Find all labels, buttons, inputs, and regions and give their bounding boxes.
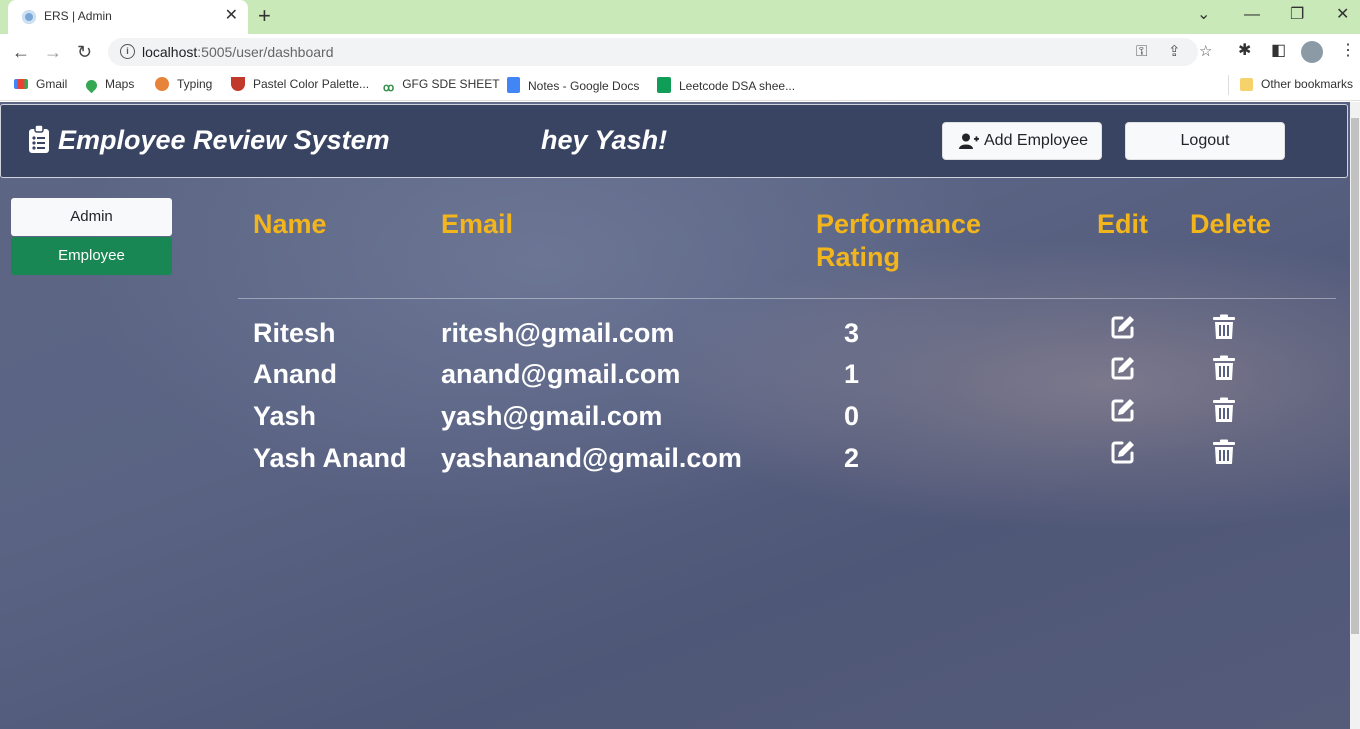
- clipboard-list-icon: [29, 125, 49, 153]
- employee-email: anand@gmail.com: [441, 359, 681, 389]
- trash-icon[interactable]: [1211, 355, 1237, 381]
- back-icon[interactable]: ←: [12, 42, 30, 62]
- tab-search-icon[interactable]: ⌄: [1197, 5, 1210, 25]
- employee-name: Yash Anand: [253, 443, 407, 473]
- scrollbar-thumb[interactable]: [1351, 118, 1359, 634]
- globe-icon: [22, 10, 36, 24]
- employee-rating: 0: [844, 401, 860, 431]
- rating-header-line1: Performance: [816, 209, 982, 239]
- restore-icon[interactable]: ❐: [1290, 5, 1304, 25]
- bookmark-gmail[interactable]: Gmail: [14, 77, 67, 91]
- employee-name: Ritesh: [253, 318, 336, 348]
- gfg-icon: ꝏ: [383, 82, 395, 94]
- close-icon[interactable]: ✕: [225, 6, 238, 26]
- bookmark-separator: [1228, 75, 1229, 95]
- bookmark-maps[interactable]: Maps: [83, 77, 134, 94]
- trash-icon[interactable]: [1211, 314, 1237, 340]
- extensions-icon[interactable]: ✱: [1238, 41, 1251, 61]
- reload-icon[interactable]: ↻: [77, 42, 92, 62]
- employee-name: Yash: [253, 401, 317, 431]
- site-info-icon[interactable]: i: [120, 44, 135, 59]
- brand-title: Employee Review System: [58, 125, 390, 155]
- edit-icon[interactable]: [1110, 397, 1136, 423]
- sidebar-item-admin[interactable]: Admin: [11, 198, 172, 236]
- tab-title: ERS | Admin: [44, 9, 112, 23]
- bookmark-docs[interactable]: Notes - Google Docs: [507, 77, 639, 93]
- docs-icon: [507, 77, 520, 93]
- employee-rating: 2: [844, 443, 860, 473]
- window-close-icon[interactable]: ✕: [1336, 5, 1349, 25]
- column-header-rating: Performance Rating: [816, 208, 981, 274]
- bookmark-typing[interactable]: Typing: [155, 77, 212, 91]
- dashboard-page: Employee Review System hey Yash! Add Emp…: [0, 102, 1350, 729]
- browser-tabstrip: ERS | Admin ✕ + ⌄ — ❐ ✕: [0, 0, 1360, 34]
- typing-icon: [155, 77, 169, 91]
- palette-icon: [231, 77, 245, 91]
- user-plus-icon: [959, 133, 979, 149]
- add-employee-label: Add Employee: [984, 132, 1089, 149]
- greeting-text: hey Yash!: [541, 125, 668, 155]
- rating-header-line2: Rating: [816, 242, 900, 272]
- menu-icon[interactable]: ⋮: [1340, 41, 1356, 61]
- maps-icon: [83, 77, 100, 94]
- column-header-delete: Delete: [1190, 209, 1272, 239]
- bookmark-sheets[interactable]: Leetcode DSA shee...: [657, 77, 795, 93]
- browser-tab[interactable]: ERS | Admin ✕: [8, 0, 248, 34]
- top-navbar: Employee Review System hey Yash! Add Emp…: [0, 104, 1348, 178]
- minimize-icon[interactable]: —: [1244, 5, 1260, 25]
- avatar[interactable]: [1301, 41, 1323, 63]
- table-divider: [238, 298, 1336, 299]
- bookmark-gfg[interactable]: ꝏ GFG SDE SHEET: [383, 77, 500, 95]
- sidebar-item-employee[interactable]: Employee: [11, 237, 172, 275]
- edit-icon[interactable]: [1110, 439, 1136, 465]
- side-panel-icon[interactable]: ◧: [1271, 41, 1286, 61]
- edit-icon[interactable]: [1110, 314, 1136, 340]
- column-header-name: Name: [253, 209, 327, 239]
- employee-email: yash@gmail.com: [441, 401, 663, 431]
- column-header-email: Email: [441, 209, 514, 239]
- new-tab-icon[interactable]: +: [258, 4, 271, 28]
- gmail-icon: [14, 79, 28, 89]
- employee-name: Anand: [253, 359, 337, 389]
- share-icon[interactable]: ⇪: [1168, 42, 1181, 62]
- employee-email: ritesh@gmail.com: [441, 318, 675, 348]
- employee-email: yashanand@gmail.com: [441, 443, 742, 473]
- address-bar[interactable]: i localhost:5005/user/dashboard ⚿ ⇪ ☆: [108, 38, 1212, 66]
- key-icon[interactable]: ⚿: [1136, 42, 1147, 62]
- logout-button[interactable]: Logout: [1125, 122, 1285, 160]
- folder-icon: [1240, 78, 1253, 91]
- sheets-icon: [657, 77, 671, 93]
- bookmarks-bar: Gmail Maps Typing Pastel Color Palette..…: [0, 70, 1360, 101]
- column-header-edit: Edit: [1097, 209, 1148, 239]
- employee-rating: 1: [844, 359, 860, 389]
- other-bookmarks[interactable]: Other bookmarks: [1240, 77, 1353, 91]
- employee-rating: 3: [844, 318, 860, 348]
- star-icon[interactable]: ☆: [1199, 42, 1212, 62]
- trash-icon[interactable]: [1211, 397, 1237, 423]
- edit-icon[interactable]: [1110, 355, 1136, 381]
- bookmark-palette[interactable]: Pastel Color Palette...: [231, 77, 369, 91]
- forward-icon[interactable]: →: [44, 42, 62, 62]
- trash-icon[interactable]: [1211, 439, 1237, 465]
- url-text[interactable]: localhost:5005/user/dashboard: [142, 44, 333, 60]
- add-employee-button[interactable]: Add Employee: [942, 122, 1102, 160]
